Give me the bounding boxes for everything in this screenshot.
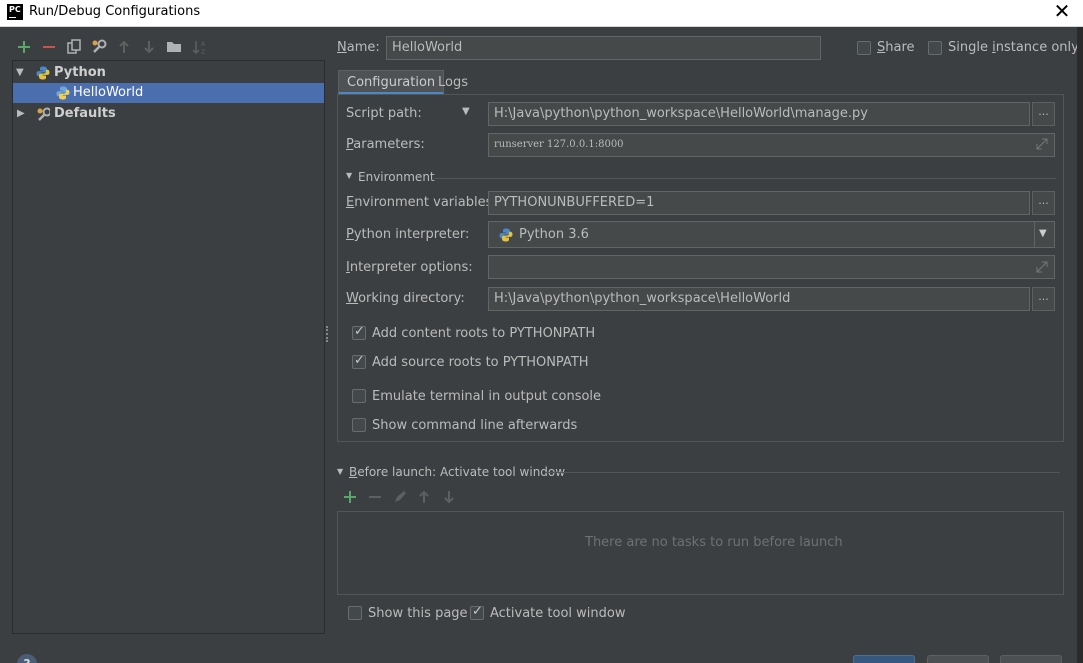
show-command-line-label: Show command line afterwards <box>372 418 578 433</box>
plus-icon[interactable] <box>17 40 31 54</box>
show-command-line-checkbox[interactable] <box>352 418 366 432</box>
working-directory-browse-button[interactable]: ... <box>1032 287 1055 311</box>
python-interpreter-label: Python interpreter: <box>346 227 470 242</box>
content-roots-label: Add content roots to PYTHONPATH <box>372 326 596 341</box>
script-path-label: Script path: <box>346 106 422 121</box>
interpreter-options-label: Interpreter options: <box>346 260 473 275</box>
tree-item-defaults-label: Defaults <box>54 106 116 121</box>
parameters-input[interactable]: runserver 127.0.0.1:8000 <box>488 133 1055 157</box>
cancel-button[interactable] <box>927 655 989 663</box>
pycharm-app-icon: PC <box>7 4 23 20</box>
remove-task-icon[interactable] <box>368 490 382 504</box>
tree-item-python[interactable]: ▼ Python <box>13 63 324 83</box>
python-icon <box>36 66 50 80</box>
share-checkbox[interactable] <box>857 41 871 55</box>
expand-icon[interactable] <box>1036 261 1048 273</box>
content-roots-checkbox[interactable] <box>352 324 366 340</box>
show-this-page-label: Show this page <box>368 606 468 621</box>
window-title: Run/Debug Configurations <box>29 4 201 19</box>
single-instance-checkbox[interactable] <box>928 41 942 55</box>
move-task-up-icon[interactable] <box>418 490 430 504</box>
python-interpreter-select[interactable]: Python 3.6 <box>488 221 1055 248</box>
expanded-arrow-icon[interactable]: ▼ <box>16 63 24 83</box>
window-titlebar: PC Run/Debug Configurations ✕ <box>0 0 1083 27</box>
wrench-icon[interactable] <box>91 39 107 55</box>
environment-collapse-icon[interactable]: ▼ <box>346 171 352 180</box>
tree-item-defaults[interactable]: ▶ Defaults <box>13 104 324 124</box>
env-vars-browse-button[interactable]: ... <box>1032 191 1055 215</box>
wrench-defaults-icon <box>37 107 50 121</box>
source-roots-checkbox[interactable] <box>352 353 366 369</box>
script-path-browse-button[interactable]: ... <box>1032 102 1055 126</box>
move-task-down-icon[interactable] <box>443 490 455 504</box>
env-vars-label: Environment variables: <box>346 195 497 210</box>
before-launch-collapse-icon[interactable]: ▼ <box>337 467 343 476</box>
tree-item-helloworld-label: HelloWorld <box>73 85 144 100</box>
show-this-page-checkbox[interactable] <box>348 606 362 620</box>
activate-tool-window-label: Activate tool window <box>490 606 626 621</box>
share-label: Share <box>877 40 915 55</box>
empty-tasks-text: There are no tasks to run before launch <box>585 535 843 550</box>
edit-task-icon[interactable] <box>393 490 407 504</box>
interpreter-options-input[interactable] <box>488 255 1055 279</box>
python-icon <box>499 228 513 242</box>
tree-toolbar: AZ <box>15 38 215 56</box>
source-roots-label: Add source roots to PYTHONPATH <box>372 355 589 370</box>
close-icon[interactable]: ✕ <box>1052 1 1072 21</box>
name-label: Name: <box>337 40 380 55</box>
svg-text:A: A <box>201 41 206 48</box>
sort-icon[interactable]: AZ <box>192 39 208 55</box>
activate-tool-window-checkbox[interactable] <box>470 604 484 620</box>
python-run-config-icon <box>56 86 70 100</box>
add-task-icon[interactable] <box>343 490 357 504</box>
env-vars-input[interactable]: PYTHONUNBUFFERED=1 <box>488 191 1030 215</box>
ok-button[interactable] <box>853 655 915 663</box>
copy-icon[interactable] <box>67 39 81 55</box>
script-path-dropdown-icon[interactable]: ▼ <box>462 106 470 117</box>
parameters-label: Parameters: <box>346 137 425 152</box>
working-directory-label: Working directory: <box>346 291 465 306</box>
environment-separator <box>434 178 1056 179</box>
folder-icon[interactable] <box>166 40 182 53</box>
environment-section-title: Environment <box>358 170 435 184</box>
python-interpreter-value: Python 3.6 <box>519 227 589 242</box>
splitter-handle[interactable] <box>326 326 330 342</box>
svg-text:Z: Z <box>201 49 205 55</box>
before-launch-task-list: There are no tasks to run before launch <box>337 511 1064 595</box>
tree-item-helloworld[interactable]: HelloWorld <box>13 83 324 103</box>
before-launch-title: Before launch: Activate tool window <box>349 465 566 479</box>
chevron-down-icon[interactable]: ▼ <box>1039 228 1047 239</box>
working-directory-input[interactable]: H:\Java\python\python_workspace\HelloWor… <box>488 287 1030 311</box>
tab-configuration[interactable]: Configuration <box>338 70 445 95</box>
before-launch-separator <box>545 472 1060 473</box>
configuration-tree: ▼ Python HelloWorld ▶ Defaults <box>12 60 325 634</box>
arrow-down-icon[interactable] <box>143 40 155 54</box>
name-input[interactable]: HelloWorld <box>386 36 821 60</box>
emulate-terminal-label: Emulate terminal in output console <box>372 389 602 404</box>
expand-icon[interactable] <box>1036 138 1048 150</box>
apply-button[interactable] <box>1000 655 1062 663</box>
single-instance-label: Single instance only <box>948 40 1079 55</box>
before-launch-toolbar <box>341 489 471 505</box>
script-path-input[interactable]: H:\Java\python\python_workspace\HelloWor… <box>488 102 1030 126</box>
help-icon[interactable]: ? <box>17 654 37 663</box>
collapsed-arrow-icon[interactable]: ▶ <box>17 104 25 124</box>
tree-item-python-label: Python <box>54 65 106 80</box>
window-edge <box>1077 27 1083 663</box>
arrow-up-icon[interactable] <box>118 40 130 54</box>
tab-logs[interactable]: Logs <box>430 71 476 96</box>
emulate-terminal-checkbox[interactable] <box>352 389 366 403</box>
minus-icon[interactable] <box>42 40 56 54</box>
